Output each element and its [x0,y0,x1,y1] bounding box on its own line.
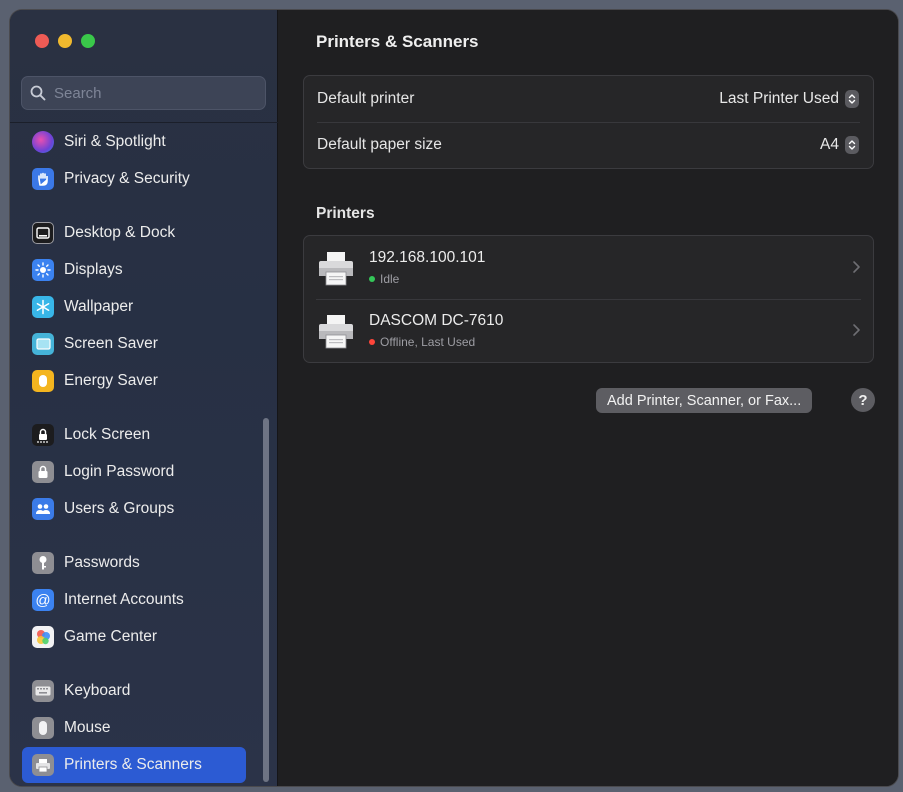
sidebar-item-label: Login Password [64,463,175,480]
default-paper-size-select[interactable]: A4 [820,136,859,154]
defaults-card: Default printer Last Printer Used Defaul… [303,75,874,169]
sidebar-item-label: Lock Screen [64,426,151,443]
battery-icon [32,370,54,392]
sun-icon [32,259,54,281]
sidebar: Siri & Spotlight Privacy & Security Desk… [10,10,278,786]
hand-icon [32,168,54,190]
printer-name: DASCOM DC-7610 [369,312,504,329]
printer-icon [319,251,353,285]
updown-chevron-icon [845,136,859,154]
sidebar-item-wallpaper[interactable]: Wallpaper [22,289,246,325]
sidebar-item-lock-screen[interactable]: Lock Screen [22,417,246,453]
window-controls [35,34,95,48]
sidebar-item-desktop-dock[interactable]: Desktop & Dock [22,215,246,251]
sidebar-item-keyboard[interactable]: Keyboard [22,673,246,709]
sidebar-item-label: Keyboard [64,682,131,699]
sidebar-item-label: Internet Accounts [64,591,184,608]
sidebar-item-label: Privacy & Security [64,170,190,187]
sidebar-item-label: Energy Saver [64,372,158,389]
printers-list: 192.168.100.101 Idle DASCOM DC-7610 Offl… [303,235,874,363]
help-button[interactable]: ? [851,388,875,412]
sidebar-item-login-password[interactable]: Login Password [22,454,246,490]
printer-row[interactable]: 192.168.100.101 Idle [304,236,873,299]
sidebar-item-label: Printers & Scanners [64,756,202,773]
sidebar-item-siri-spotlight[interactable]: Siri & Spotlight [22,124,246,160]
main-content: Printers & Scanners Default printer Last… [278,10,898,786]
sidebar-item-printers-scanners[interactable]: Printers & Scanners [22,747,246,783]
close-button[interactable] [35,34,49,48]
search-divider [10,122,278,123]
sidebar-item-label: Game Center [64,628,158,645]
lock-icon [32,461,54,483]
sidebar-item-label: Screen Saver [64,335,158,352]
printer-status-text: Idle [380,272,400,286]
sidebar-item-label: Displays [64,261,123,278]
search-field[interactable] [21,76,266,110]
search-input[interactable] [54,84,244,102]
sidebar-item-energy-saver[interactable]: Energy Saver [22,363,246,399]
default-paper-size-label: Default paper size [317,136,442,153]
add-printer-button[interactable]: Add Printer, Scanner, or Fax... [596,388,813,413]
sidebar-item-screen-saver[interactable]: Screen Saver [22,326,246,362]
zoom-button[interactable] [81,34,95,48]
chevron-right-icon [853,324,860,336]
snowflake-icon [32,296,54,318]
sidebar-item-displays[interactable]: Displays [22,252,246,288]
dock-icon [32,222,54,244]
screen-saver-icon [32,333,54,355]
minimize-button[interactable] [58,34,72,48]
users-icon [32,498,54,520]
sidebar-item-label: Siri & Spotlight [64,133,166,150]
sidebar-item-label: Users & Groups [64,500,175,517]
sidebar-item-mouse[interactable]: Mouse [22,710,246,746]
page-title: Printers & Scanners [316,32,479,51]
sidebar-item-users-groups[interactable]: Users & Groups [22,491,246,527]
settings-window: Siri & Spotlight Privacy & Security Desk… [10,10,898,786]
keyboard-icon [32,680,54,702]
siri-icon [32,131,54,153]
sidebar-item-label: Wallpaper [64,298,134,315]
updown-chevron-icon [845,90,859,108]
default-printer-label: Default printer [317,90,415,107]
key-icon [32,552,54,574]
sidebar-item-label: Desktop & Dock [64,224,176,241]
printer-name: 192.168.100.101 [369,249,486,266]
printers-heading: Printers [316,205,375,222]
sidebar-item-label: Mouse [64,719,111,736]
default-paper-size-row: Default paper size A4 [304,122,873,168]
default-printer-row: Default printer Last Printer Used [304,76,873,122]
status-dot-offline [369,339,375,345]
mouse-icon [32,717,54,739]
sidebar-scrollbar[interactable] [263,418,269,782]
sidebar-item-passwords[interactable]: Passwords [22,545,246,581]
default-printer-value: Last Printer Used [719,90,839,107]
game-center-icon [32,626,54,648]
printer-status-text: Offline, Last Used [380,335,476,349]
default-printer-select[interactable]: Last Printer Used [719,90,859,108]
sidebar-item-internet-accounts[interactable]: @ Internet Accounts [22,582,246,618]
printer-status: Idle [369,272,485,286]
sidebar-item-label: Passwords [64,554,140,571]
at-icon: @ [32,589,54,611]
search-icon [30,85,46,101]
default-paper-size-value: A4 [820,136,839,153]
lock-screen-icon [32,424,54,446]
printer-icon [32,754,54,776]
printer-status: Offline, Last Used [369,335,503,349]
printer-icon [319,314,353,348]
status-dot-idle [369,276,375,282]
chevron-right-icon [853,261,860,273]
sidebar-item-privacy-security[interactable]: Privacy & Security [22,161,246,197]
sidebar-item-game-center[interactable]: Game Center [22,619,246,655]
printer-row[interactable]: DASCOM DC-7610 Offline, Last Used [304,299,873,362]
